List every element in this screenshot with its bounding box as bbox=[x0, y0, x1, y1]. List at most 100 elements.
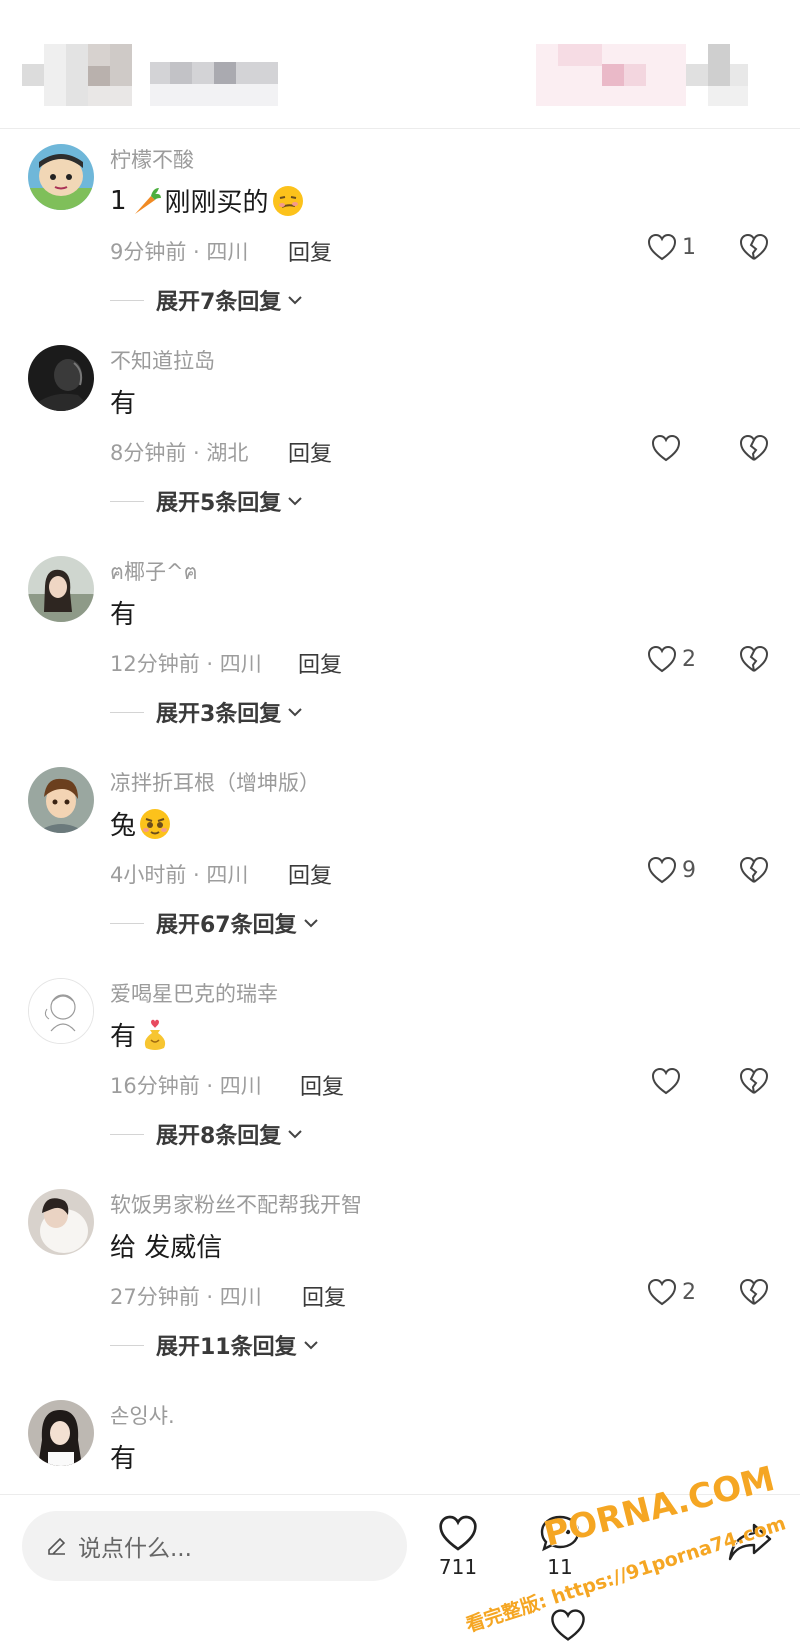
commenter-name[interactable]: ฅ椰子^ฅ bbox=[110, 556, 198, 589]
top-header bbox=[0, 0, 800, 129]
heart-icon bbox=[647, 233, 677, 261]
avatar[interactable] bbox=[28, 767, 94, 833]
like-button[interactable] bbox=[650, 433, 682, 463]
money-bag-heart-icon bbox=[144, 1019, 166, 1050]
blurred-top-right[interactable] bbox=[536, 44, 748, 106]
chevron-down-icon bbox=[288, 296, 303, 305]
broken-heart-icon bbox=[739, 1067, 769, 1094]
comment-time-location: 12分钟前 · 四川 bbox=[110, 652, 262, 676]
comment-text: 1 刚刚买的 bbox=[110, 182, 305, 219]
comment-item: ฅ椰子^ฅ 有 12分钟前 · 四川 回复 2 展开3条回复 bbox=[0, 544, 800, 755]
avatar[interactable] bbox=[28, 1189, 94, 1255]
dislike-button[interactable] bbox=[738, 855, 770, 889]
divider-line bbox=[110, 299, 144, 301]
like-button[interactable]: 2 bbox=[646, 1277, 696, 1307]
smirk-face-icon bbox=[272, 185, 303, 216]
comment-time-location: 4小时前 · 四川 bbox=[110, 863, 249, 887]
expand-replies-label: 展开3条回复 bbox=[156, 702, 282, 727]
commenter-name[interactable]: 爱喝星巴克的瑞幸 bbox=[110, 978, 278, 1008]
dislike-button[interactable] bbox=[738, 232, 770, 266]
like-button[interactable]: 1 bbox=[646, 232, 696, 262]
comment-input-placeholder: 说点什么... bbox=[78, 1536, 192, 1562]
comment-list[interactable]: 柠檬不酸 1 刚刚买的 9分钟前 · 四川 回复 1 展开7条回复 不知道拉岛 … bbox=[0, 128, 800, 1494]
broken-heart-icon bbox=[739, 233, 769, 260]
reply-button[interactable]: 回复 bbox=[302, 1280, 346, 1312]
blurred-back-area[interactable] bbox=[22, 44, 132, 106]
heart-icon bbox=[439, 1515, 477, 1551]
like-count: 9 bbox=[682, 857, 696, 883]
dislike-button[interactable] bbox=[738, 433, 770, 467]
divider-line bbox=[110, 1133, 144, 1135]
heart-icon bbox=[551, 1609, 585, 1641]
chevron-down-icon bbox=[288, 497, 303, 506]
expand-replies-label: 展开7条回复 bbox=[156, 290, 282, 315]
comment-text: 给 发威信 bbox=[110, 1227, 222, 1264]
like-button[interactable]: 9 bbox=[646, 855, 696, 885]
like-count: 1 bbox=[682, 234, 696, 260]
comment-text: 兔 bbox=[110, 805, 172, 842]
comment-text: 有 bbox=[110, 594, 136, 631]
commenter-name[interactable]: 不知道拉岛 bbox=[110, 345, 215, 375]
comment-time-location: 16分钟前 · 四川 bbox=[110, 1074, 262, 1098]
broken-heart-icon bbox=[739, 434, 769, 461]
reply-button[interactable]: 回复 bbox=[288, 858, 332, 890]
dislike-button[interactable] bbox=[738, 1277, 770, 1311]
blurred-title bbox=[150, 62, 278, 106]
expand-replies-button[interactable]: 展开5条回复 bbox=[110, 485, 303, 517]
like-button[interactable]: 2 bbox=[646, 644, 696, 674]
expand-replies-button[interactable]: 展开67条回复 bbox=[110, 907, 319, 939]
expand-replies-button[interactable]: 展开11条回复 bbox=[110, 1329, 319, 1361]
carrot-icon bbox=[134, 187, 161, 214]
avatar[interactable] bbox=[28, 345, 94, 411]
commenter-name[interactable]: 凉拌折耳根（增坤版） bbox=[110, 767, 320, 797]
like-count: 2 bbox=[682, 646, 696, 672]
comment-item: 软饭男家粉丝不配帮我开智 给 发威信 27分钟前 · 四川 回复 2 展开11条… bbox=[0, 1177, 800, 1388]
comment-time-location: 27分钟前 · 四川 bbox=[110, 1285, 262, 1309]
dislike-button[interactable] bbox=[738, 644, 770, 678]
comment-text: 有 bbox=[110, 383, 136, 420]
comment-item: 爱喝星巴克的瑞幸 有 16分钟前 · 四川 回复 展开8条回复 bbox=[0, 966, 800, 1177]
heart-icon bbox=[647, 645, 677, 673]
comment-input[interactable]: 说点什么... bbox=[22, 1511, 407, 1581]
reply-button[interactable]: 回复 bbox=[300, 1069, 344, 1101]
avatar[interactable] bbox=[28, 978, 94, 1044]
avatar[interactable] bbox=[28, 144, 94, 210]
reply-button[interactable]: 回复 bbox=[298, 647, 342, 679]
commenter-name[interactable]: 柠檬不酸 bbox=[110, 144, 194, 174]
comment-time-location: 9分钟前 · 四川 bbox=[110, 240, 249, 264]
avatar[interactable] bbox=[28, 1400, 94, 1466]
broken-heart-icon bbox=[739, 645, 769, 672]
expand-replies-button[interactable]: 展开7条回复 bbox=[110, 284, 303, 316]
comment-item: 손잉샤. 有 bbox=[0, 1388, 800, 1494]
commenter-name[interactable]: 软饭男家粉丝不配帮我开智 bbox=[110, 1189, 362, 1219]
expand-replies-button[interactable]: 展开3条回复 bbox=[110, 696, 303, 728]
comment-text-body: 给 发威信 bbox=[110, 1233, 223, 1263]
expand-replies-label: 展开5条回复 bbox=[156, 491, 282, 516]
comment-text: 有 bbox=[110, 1016, 172, 1053]
divider-line bbox=[110, 500, 144, 502]
commenter-name[interactable]: 손잉샤. bbox=[110, 1400, 175, 1430]
comment-text: 有 bbox=[110, 1438, 136, 1475]
heart-icon bbox=[651, 1067, 681, 1095]
avatar[interactable] bbox=[28, 556, 94, 622]
like-count: 2 bbox=[682, 1279, 696, 1305]
expand-replies-label: 展开67条回复 bbox=[156, 913, 297, 938]
broken-heart-icon bbox=[739, 856, 769, 883]
dislike-button[interactable] bbox=[738, 1066, 770, 1100]
chevron-down-icon bbox=[288, 708, 303, 717]
pleading-face-icon bbox=[140, 808, 171, 839]
divider-line bbox=[110, 711, 144, 713]
reply-button[interactable]: 回复 bbox=[288, 436, 332, 468]
reply-button[interactable]: 回复 bbox=[288, 235, 332, 267]
heart-icon bbox=[651, 434, 681, 462]
video-like-count: 711 bbox=[438, 1555, 478, 1579]
comment-item: 不知道拉岛 有 8分钟前 · 湖北 回复 展开5条回复 bbox=[0, 333, 800, 544]
comment-text-body: 有 bbox=[110, 600, 137, 630]
heart-icon bbox=[647, 1278, 677, 1306]
like-button[interactable] bbox=[650, 1066, 682, 1096]
chevron-down-icon bbox=[288, 1130, 303, 1139]
comment-text-body: 有 bbox=[110, 389, 137, 419]
expand-replies-button[interactable]: 展开8条回复 bbox=[110, 1118, 303, 1150]
heart-icon bbox=[647, 856, 677, 884]
like-video-button[interactable]: 711 bbox=[428, 1513, 488, 1579]
